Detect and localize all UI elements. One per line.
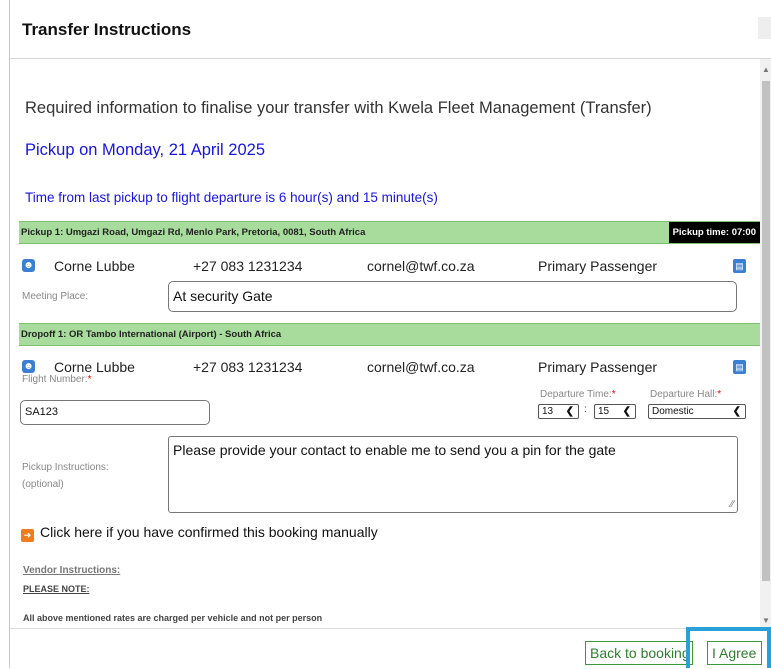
time-separator: : xyxy=(584,404,587,415)
passenger-phone: +27 083 1231234 xyxy=(193,359,303,375)
dialog-content[interactable]: Required information to finalise your tr… xyxy=(10,59,760,627)
dropoff-passenger-row: ☻ Corne Lubbe +27 083 1231234 cornel@twf… xyxy=(19,357,760,379)
scroll-up-icon[interactable]: ▲ xyxy=(762,65,770,74)
pickup-date: Pickup on Monday, 21 April 2025 xyxy=(25,141,266,159)
content-scrollbar[interactable]: ▲ ▼ xyxy=(760,59,771,627)
meeting-place-input[interactable]: At security Gate xyxy=(168,281,737,312)
scroll-down-icon[interactable]: ▼ xyxy=(762,616,770,625)
pickup-passenger-row: ☻ Corne Lubbe +27 083 1231234 cornel@twf… xyxy=(19,256,760,278)
pickup-instructions-optional: (optional) xyxy=(22,479,64,490)
time-note: Time from last pickup to flight departur… xyxy=(25,190,438,205)
passenger-name: Corne Lubbe xyxy=(54,258,135,274)
dialog-titlebar: Transfer Instructions xyxy=(10,0,771,59)
flight-number-input[interactable]: SA123 xyxy=(20,400,210,425)
rates-note: All above mentioned rates are charged pe… xyxy=(23,613,323,623)
transfer-instructions-dialog: Transfer Instructions Required informati… xyxy=(9,0,771,669)
back-to-booking-button[interactable]: Back to booking xyxy=(585,641,693,665)
departure-hall-label: Departure Hall:* xyxy=(650,389,722,400)
user-icon: ☻ xyxy=(22,360,35,373)
resize-handle-icon[interactable]: ∕∕ xyxy=(731,499,734,510)
dialog-footer: Back to booking I Agree xyxy=(10,628,771,669)
close-button[interactable] xyxy=(758,17,771,39)
please-note-heading: PLEASE NOTE: xyxy=(23,584,90,594)
confirm-manual-text: Click here if you have confirmed this bo… xyxy=(40,524,378,540)
passenger-email: cornel@twf.co.za xyxy=(367,359,475,375)
agree-highlight-frame xyxy=(686,627,771,668)
required-info-text: Required information to finalise your tr… xyxy=(25,99,652,117)
departure-minute-select[interactable]: 15 ❮ xyxy=(594,404,636,419)
dialog-title: Transfer Instructions xyxy=(22,20,192,39)
departure-time-label: Departure Time:* xyxy=(540,389,616,400)
dropoff-header: Dropoff 1: OR Tambo International (Airpo… xyxy=(19,323,760,346)
user-icon: ☻ xyxy=(22,259,35,272)
manual-confirm-icon: ➜ xyxy=(21,529,34,542)
passenger-email: cornel@twf.co.za xyxy=(367,258,475,274)
pickup-header: Pickup 1: Umgazi Road, Umgazi Rd, Menlo … xyxy=(19,221,760,244)
confirm-manual-link[interactable]: ➜ Click here if you have confirmed this b… xyxy=(21,524,378,542)
passenger-role: Primary Passenger xyxy=(538,359,658,375)
meeting-place-label: Meeting Place: xyxy=(22,291,89,302)
departure-hall-select[interactable]: Domestic ❮ xyxy=(648,404,746,419)
departure-hour-select[interactable]: 13 ❮ xyxy=(538,404,579,419)
passenger-name: Corne Lubbe xyxy=(54,359,135,375)
pickup-instructions-textarea[interactable]: Please provide your contact to enable me… xyxy=(168,436,738,513)
pickup-instructions-text: Please provide your contact to enable me… xyxy=(173,442,616,458)
pickup-instructions-label: Pickup Instructions: xyxy=(22,462,109,473)
scrollbar-thumb[interactable] xyxy=(762,81,770,581)
trash-icon[interactable]: ▤ xyxy=(733,360,746,374)
pickup-time-badge: Pickup time: 07:00 xyxy=(668,222,760,243)
trash-icon[interactable]: ▤ xyxy=(733,259,746,273)
pickup-address: Pickup 1: Umgazi Road, Umgazi Rd, Menlo … xyxy=(21,227,366,238)
flight-number-label: Flight Number:* xyxy=(22,374,92,385)
passenger-phone: +27 083 1231234 xyxy=(193,258,303,274)
passenger-role: Primary Passenger xyxy=(538,258,658,274)
dropoff-address: Dropoff 1: OR Tambo International (Airpo… xyxy=(21,329,282,340)
vendor-instructions-heading: Vendor Instructions: xyxy=(23,565,121,576)
